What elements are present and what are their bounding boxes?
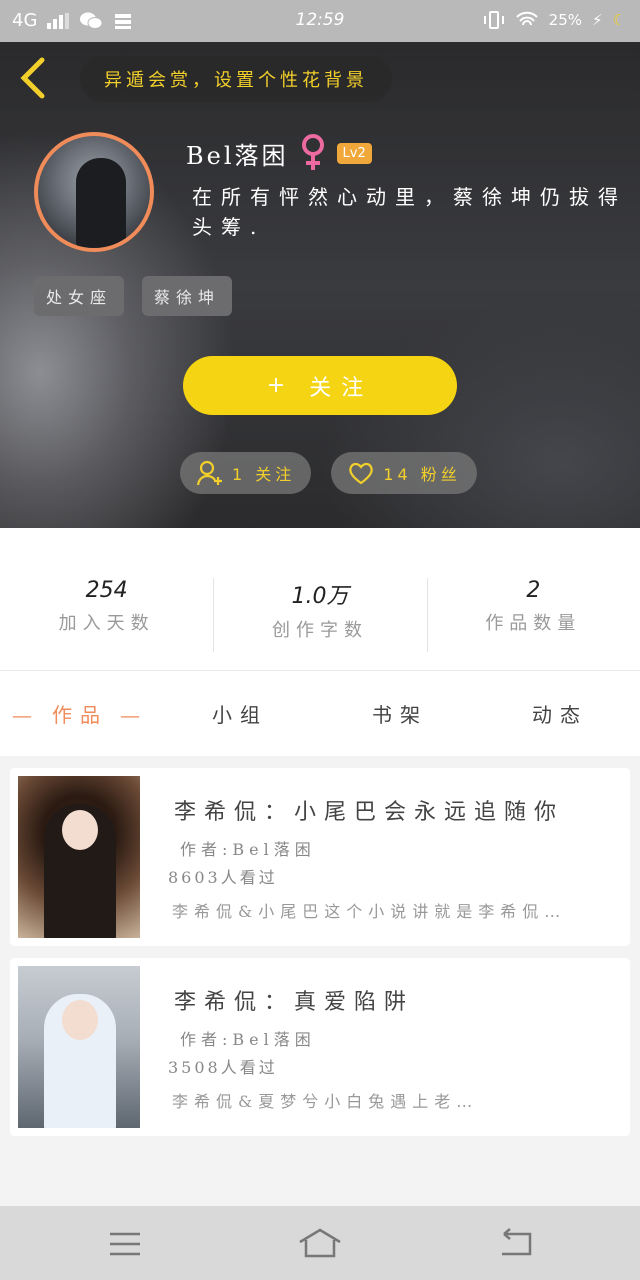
tab-bookshelf[interactable]: 书架 [320, 699, 480, 728]
stat-label: 作品数量 [485, 613, 582, 634]
fans-button[interactable]: 14 粉丝 [331, 452, 477, 494]
follow-label: 关注 [309, 375, 374, 401]
tag-idol[interactable]: 蔡徐坤 [142, 276, 233, 316]
stat-words: 1.0万 创作字数 [213, 578, 426, 670]
status-bar: 4G 12:59 25% ⚡ ☾ [0, 0, 640, 42]
work-description: 李希侃&夏梦兮小白兔遇上老… [172, 1092, 479, 1111]
work-views: 3508人看过 [168, 1058, 278, 1077]
background-banner[interactable]: 异遁会赏，设置个性花背景 [80, 56, 392, 102]
battery-level: 25% [548, 11, 582, 29]
follow-button[interactable]: + 关注 [183, 356, 457, 415]
profile-content: 254 加入天数 1.0万 创作字数 2 作品数量 作品 小组 书架 动态 李希… [0, 528, 640, 1206]
plus-icon: + [266, 373, 296, 398]
fans-count: 14 粉丝 [383, 465, 461, 484]
work-title: 李希侃：真爱陷阱 [174, 990, 415, 1015]
stat-value: 1.0万 [291, 584, 349, 609]
tab-works[interactable]: 作品 [0, 699, 160, 728]
following-button[interactable]: 1 关注 [180, 452, 312, 494]
profile-header: 异遁会赏，设置个性花背景 Bel落困 Lv2 在所有怦然心动里，蔡徐坤仍拔得头筹… [0, 42, 640, 528]
back-nav-icon[interactable] [496, 1226, 536, 1262]
username-row: Bel落困 Lv2 [186, 134, 372, 172]
bio: 在所有怦然心动里，蔡徐坤仍拔得头筹. [192, 185, 627, 239]
level-badge: Lv2 [336, 142, 372, 164]
work-views: 8603人看过 [168, 868, 278, 887]
home-icon[interactable] [298, 1226, 342, 1262]
tab-activity[interactable]: 动态 [480, 699, 640, 728]
female-icon [301, 134, 324, 170]
system-nav-bar [0, 1206, 640, 1280]
heart-icon [349, 462, 374, 485]
stat-value: 254 [85, 578, 128, 603]
work-cover [18, 966, 140, 1128]
tag-zodiac[interactable]: 处女座 [34, 276, 125, 316]
stat-value: 2 [526, 578, 541, 603]
moon-icon: ☾ [612, 11, 626, 29]
avatar[interactable] [34, 132, 154, 252]
work-description: 李希侃&小尾巴这个小说讲就是李希侃… [172, 902, 567, 921]
work-card[interactable]: 李希侃：真爱陷阱 作者:Bel落困 3508人看过 李希侃&夏梦兮小白兔遇上老… [10, 958, 630, 1136]
following-count: 1 关注 [232, 465, 296, 484]
tab-groups[interactable]: 小组 [160, 699, 320, 728]
stat-label: 加入天数 [58, 613, 155, 634]
charging-icon: ⚡ [592, 11, 603, 29]
back-icon[interactable] [14, 56, 54, 100]
work-author: 作者:Bel落困 [180, 1030, 316, 1049]
work-cover [18, 776, 140, 938]
work-author: 作者:Bel落困 [180, 840, 316, 859]
tab-bar: 作品 小组 书架 动态 [0, 670, 640, 756]
social-counts: 1 关注 14 粉丝 [180, 452, 477, 494]
stat-works: 2 作品数量 [426, 578, 640, 670]
stat-label: 创作字数 [271, 620, 368, 641]
username: Bel落困 [186, 141, 289, 170]
vibrate-icon [483, 11, 504, 29]
menu-icon[interactable] [106, 1226, 146, 1262]
stat-days: 254 加入天数 [0, 578, 213, 670]
wifi-icon [515, 11, 538, 26]
tag-list: 处女座 蔡徐坤 [34, 276, 233, 316]
user-add-icon [196, 460, 222, 486]
stats-row: 254 加入天数 1.0万 创作字数 2 作品数量 [0, 528, 640, 670]
work-card[interactable]: 李希侃：小尾巴会永远追随你 作者:Bel落困 8603人看过 李希侃&小尾巴这个… [10, 768, 630, 946]
work-title: 李希侃：小尾巴会永远追随你 [174, 800, 565, 825]
